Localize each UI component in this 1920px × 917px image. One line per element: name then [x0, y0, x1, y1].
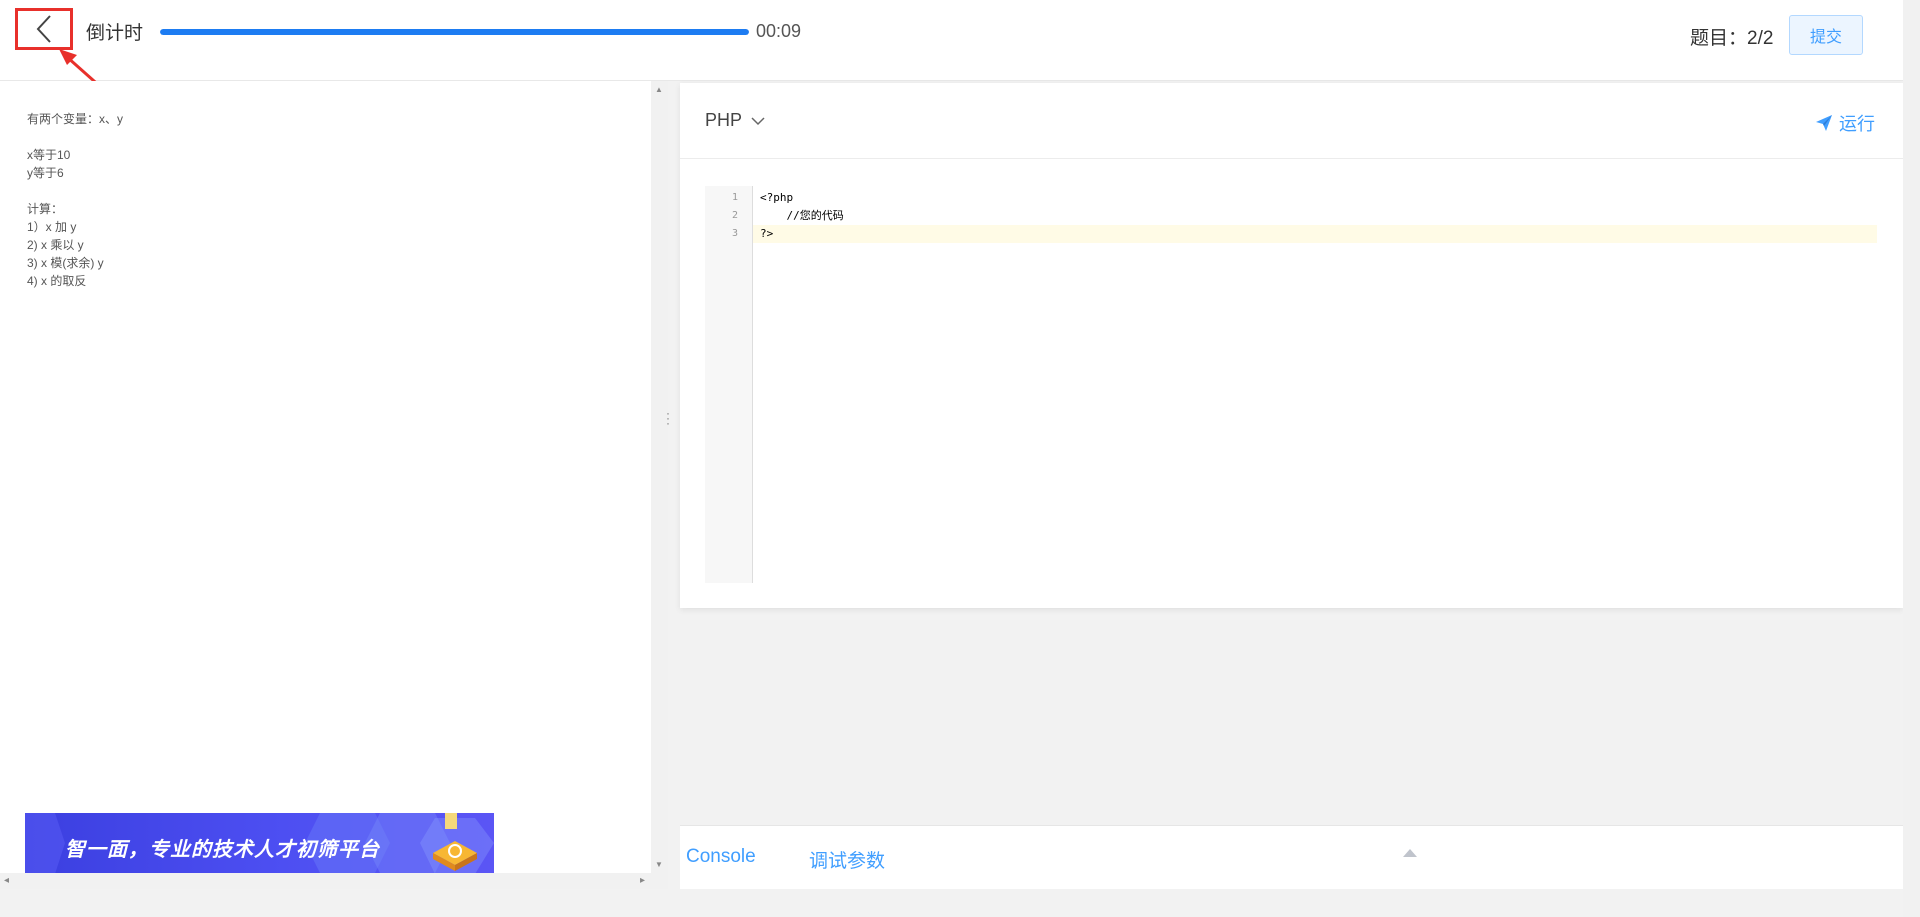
problem-line: 有两个变量：x、y — [27, 112, 124, 126]
problem-line-gap — [27, 182, 123, 200]
back-button[interactable] — [15, 8, 73, 50]
line-number-gutter: 1 2 3 — [705, 186, 753, 583]
code-lines[interactable]: <?php //您的代码 ?> — [753, 189, 1877, 243]
chevron-left-icon — [36, 15, 51, 43]
problem-panel: 有两个变量：x、y x等于10 y等于6 计算： 1）x 加 y 2) x 乘以… — [0, 81, 651, 889]
code-editor[interactable]: 1 2 3 <?php //您的代码 ?> — [705, 186, 1877, 583]
chevron-down-icon — [751, 116, 765, 125]
console-panel: Console 调试参数 — [680, 825, 1903, 890]
code-line[interactable]: <?php — [753, 189, 1877, 207]
banner-illustration-icon — [433, 813, 477, 871]
problem-line-gap — [27, 128, 123, 146]
problem-description: 有两个变量：x、y x等于10 y等于6 计算： 1）x 加 y 2) x 乘以… — [27, 110, 123, 290]
horizontal-scrollbar[interactable]: ◂ ▸ — [0, 873, 651, 889]
expand-console-icon[interactable] — [1403, 848, 1417, 858]
problem-line: 4) x 的取反 — [27, 274, 87, 288]
countdown-time: 00:09 — [756, 21, 802, 41]
scroll-right-icon[interactable]: ▸ — [640, 875, 645, 886]
problem-line: 2) x 乘以 y — [27, 238, 84, 252]
card-divider — [680, 158, 1903, 159]
problem-line: 3) x 模(求余) y — [27, 256, 104, 270]
line-number: 1 — [731, 192, 738, 203]
countdown-progress-fill — [160, 29, 749, 35]
language-select[interactable]: PHP — [705, 110, 766, 131]
line-number: 3 — [731, 228, 738, 239]
run-button-label: 运行 — [1839, 114, 1875, 134]
top-bar: 倒计时 00:09 题目：2/2 提交 — [0, 0, 1903, 91]
vertical-scrollbar[interactable]: ▲ ▼ — [651, 81, 668, 889]
tab-debug-params[interactable]: 调试参数 — [809, 846, 885, 873]
page-vertical-scrollbar[interactable] — [1903, 0, 1920, 917]
problem-line: y等于6 — [27, 166, 64, 180]
submit-button[interactable]: 提交 — [1789, 15, 1863, 55]
promo-banner[interactable]: 智一面，专业的技术人才初筛平台 — [25, 813, 494, 874]
countdown-label: 倒计时 — [86, 23, 144, 44]
run-button[interactable]: 运行 — [1815, 110, 1875, 136]
code-line[interactable]: //您的代码 — [753, 207, 1877, 225]
scroll-left-icon[interactable]: ◂ — [4, 875, 9, 886]
banner-text: 智一面，专业的技术人才初筛平台 — [65, 839, 380, 861]
tab-console[interactable]: Console — [686, 846, 756, 868]
countdown-progress-bar — [160, 29, 749, 35]
question-counter: 题目：2/2 — [1690, 28, 1774, 49]
page-bottom-strip — [0, 889, 1903, 917]
paper-plane-icon — [1816, 115, 1832, 131]
scroll-up-icon[interactable]: ▲ — [655, 85, 663, 94]
language-select-value: PHP — [705, 110, 743, 130]
problem-line: x等于10 — [27, 148, 71, 162]
panel-splitter-handle[interactable]: · · · — [666, 407, 670, 429]
problem-line: 1）x 加 y — [27, 220, 77, 234]
code-editor-card: PHP 运行 1 2 3 <?php //您的代码 ?> — [680, 83, 1903, 608]
problem-line: 计算： — [27, 202, 64, 216]
line-number: 2 — [731, 210, 738, 221]
code-line-active[interactable]: ?> — [753, 225, 1877, 243]
scroll-down-icon[interactable]: ▼ — [655, 860, 663, 869]
